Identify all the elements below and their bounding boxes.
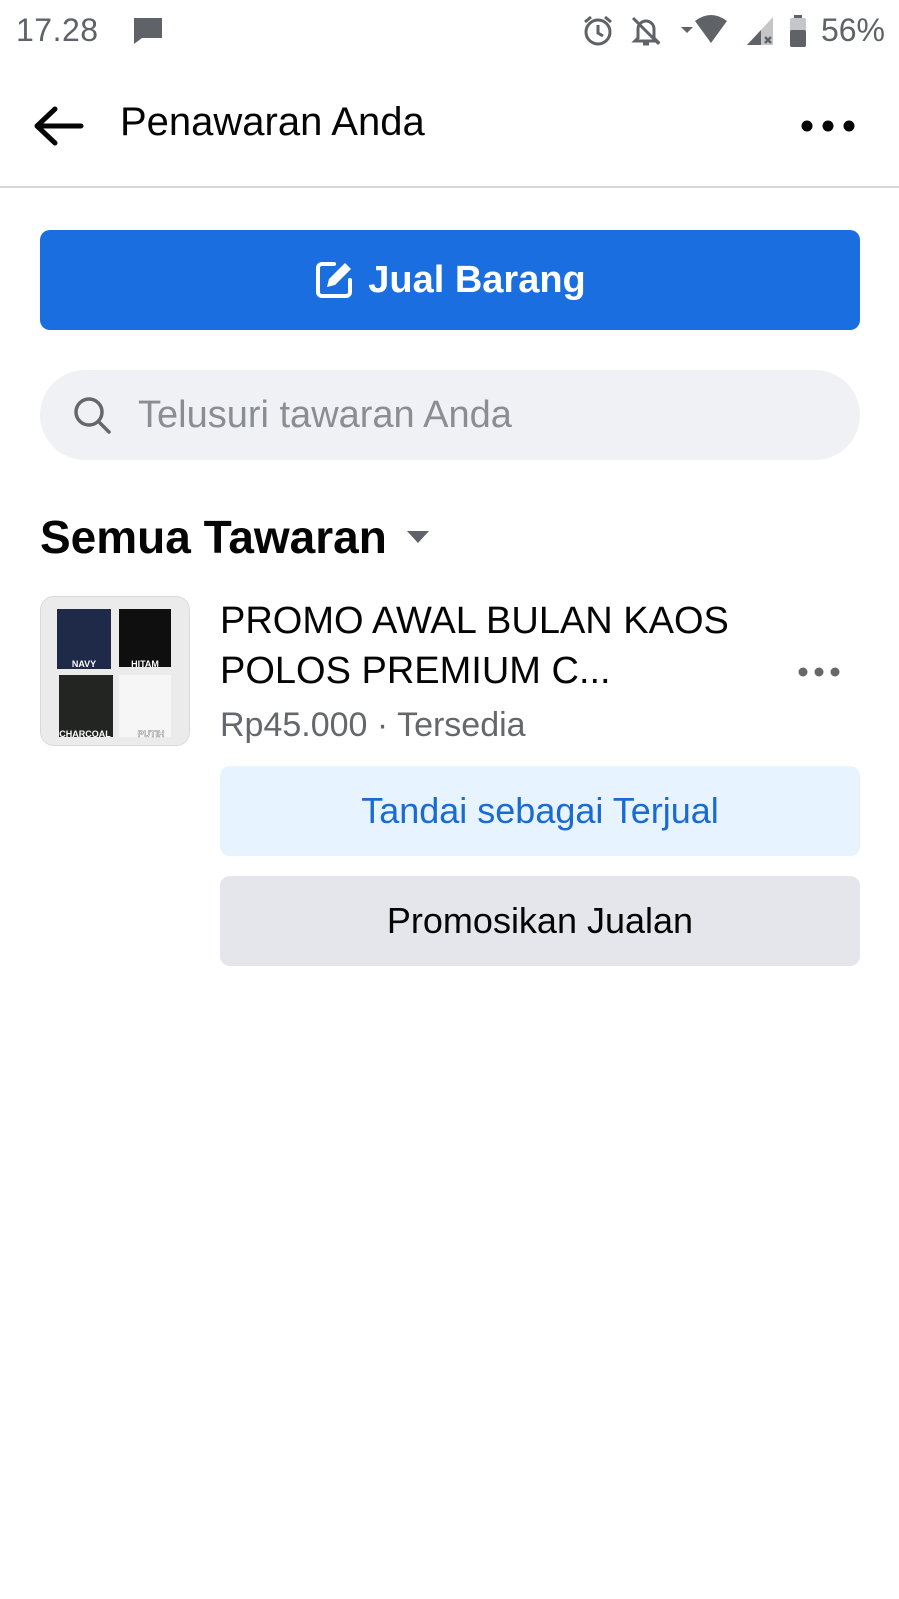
listing-more-button[interactable] [789,654,849,690]
filter-dropdown[interactable]: Semua Tawaran [40,510,431,564]
message-icon [132,16,164,46]
battery-icon [789,14,807,48]
status-bar: 17.28 56% [0,0,899,64]
app-bar: Penawaran Anda [0,64,899,188]
listing-thumbnail[interactable]: NAVY HITAM CHARCOAL PUTIH [40,596,190,746]
more-options-button[interactable] [793,104,863,148]
more-horizontal-icon [798,667,840,677]
sell-item-button[interactable]: Jual Barang [40,230,860,330]
listing-separator: · [367,706,398,744]
status-icons: 56% [581,12,885,49]
wifi-icon [677,14,731,47]
listing-status: Tersedia [397,706,526,744]
back-button[interactable] [26,94,90,158]
mark-as-sold-label: Tandai sebagai Terjual [361,790,719,831]
arrow-left-icon [34,106,84,146]
sell-item-label: Jual Barang [368,258,586,301]
more-horizontal-icon [801,120,855,132]
listing-meta: Rp45.000 · Tersedia [220,706,526,745]
caret-down-icon [406,531,429,543]
battery-percent: 56% [820,12,885,48]
edit-icon [316,262,353,298]
signal-icon [745,15,775,47]
promote-listing-label: Promosikan Jualan [386,900,694,941]
listing-price: Rp45.000 [220,706,368,744]
search-icon [70,393,114,437]
alarm-icon [581,14,615,48]
mark-as-sold-button[interactable]: Tandai sebagai Terjual [220,766,860,856]
search-input[interactable] [138,393,778,437]
thumb-label-putih: PUTIH [138,729,165,739]
search-bar[interactable] [40,370,860,460]
page-title: Penawaran Anda [120,100,425,144]
section-title: Semua Tawaran [40,511,387,563]
promote-listing-button[interactable]: Promosikan Jualan [220,876,860,966]
thumb-label-navy: NAVY [72,659,96,669]
status-time: 17.28 [16,12,99,48]
notifications-off-icon [629,14,663,48]
tshirt-photo: NAVY HITAM CHARCOAL PUTIH [41,597,189,745]
thumb-label-charcoal: CHARCOAL [59,729,111,739]
listing-title[interactable]: PROMO AWAL BULAN KAOS POLOS PREMIUM C... [220,596,760,696]
thumb-label-hitam: HITAM [131,659,159,669]
